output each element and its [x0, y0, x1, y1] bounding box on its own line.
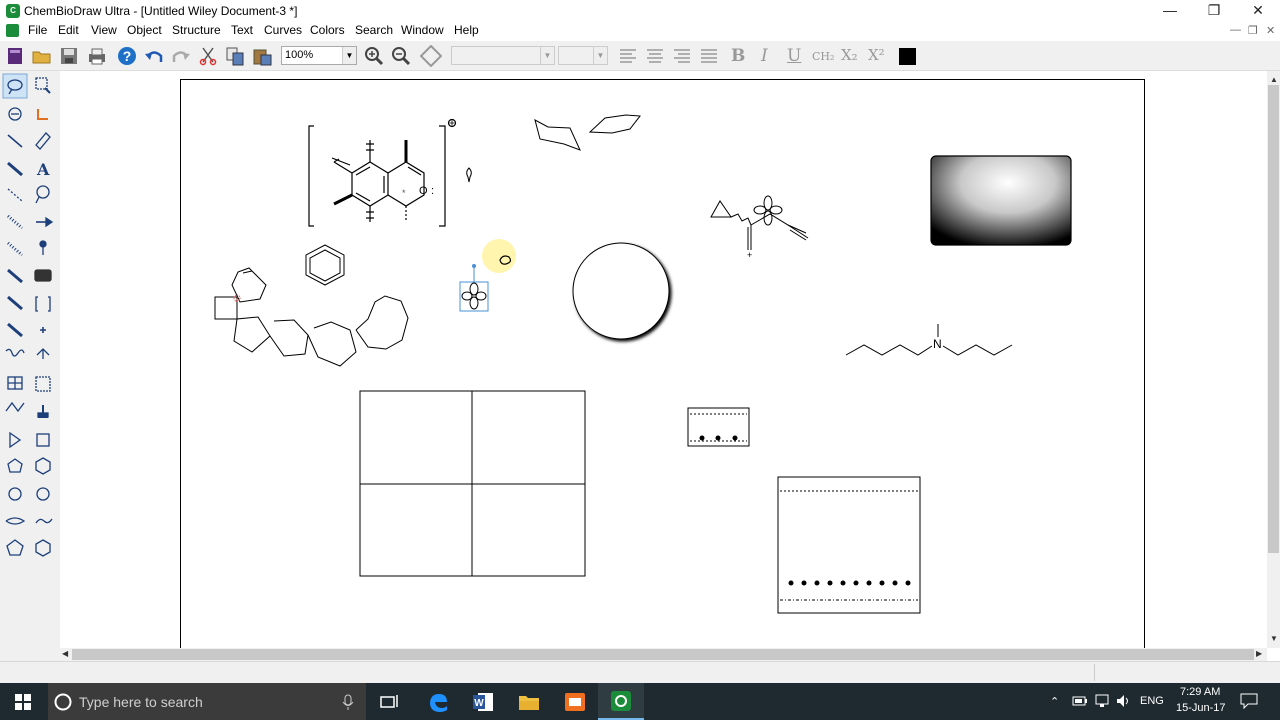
file-explorer-icon[interactable]	[506, 683, 552, 720]
large-dotted-box[interactable]	[777, 476, 921, 614]
cyclohexane-chair-2[interactable]	[588, 114, 641, 134]
edge-icon[interactable]	[415, 683, 461, 720]
shadow-circle[interactable]	[572, 242, 670, 340]
clock-time[interactable]: 7:29 AM	[1180, 686, 1220, 698]
horizontal-scroll-thumb[interactable]	[72, 649, 1254, 660]
task-view-icon[interactable]	[367, 683, 413, 720]
language-indicator[interactable]: ENG	[1140, 695, 1164, 707]
selected-orbital[interactable]	[459, 264, 489, 312]
grid-table[interactable]	[359, 390, 586, 577]
chemdraw-taskbar-icon[interactable]	[598, 683, 644, 720]
cursor-highlight	[482, 239, 516, 273]
alkyne-structure[interactable]	[710, 195, 809, 250]
network-icon[interactable]	[1095, 694, 1111, 711]
radical-star: *	[402, 188, 406, 198]
orbital-lobe[interactable]	[466, 167, 472, 183]
chevron-up-icon[interactable]: ⌃	[1050, 695, 1059, 708]
status-divider	[1094, 664, 1095, 681]
svg-text:W: W	[474, 698, 484, 709]
volume-icon[interactable]	[1116, 694, 1132, 711]
benzene-ring[interactable]	[305, 244, 345, 286]
vertical-scroll-thumb[interactable]	[1268, 85, 1279, 553]
status-bar	[0, 661, 1280, 683]
clock-date[interactable]: 15-Jun-17	[1176, 702, 1226, 714]
taskbar: Type here to search W ⌃ ENG 7:29 AM 15-J…	[0, 683, 1280, 720]
colon-label: :	[431, 185, 434, 197]
drawing-canvas[interactable]: O : * + N	[0, 0, 1267, 648]
microphone-icon[interactable]	[342, 694, 354, 713]
oxygen-label: O	[419, 185, 428, 197]
mdi-close-icon[interactable]: ✕	[1266, 24, 1275, 37]
scroll-right-icon[interactable]: ▶	[1256, 649, 1262, 658]
small-dotted-box[interactable]	[687, 407, 750, 447]
action-center-icon[interactable]	[1240, 693, 1258, 712]
cortana-icon[interactable]	[54, 693, 72, 714]
scroll-left-icon[interactable]: ◀	[62, 649, 68, 658]
nitrogen-label: N	[933, 337, 942, 351]
search-placeholder: Type here to search	[79, 694, 203, 710]
scroll-down-icon[interactable]: ▼	[1270, 634, 1278, 643]
windows-start-icon[interactable]	[0, 683, 46, 720]
vertical-scrollbar[interactable]: ▲ ▼	[1267, 71, 1280, 648]
scroll-up-icon[interactable]: ▲	[1270, 75, 1278, 84]
plus-label: +	[747, 250, 752, 260]
power-icon[interactable]	[1072, 695, 1088, 710]
ring-chain[interactable]	[214, 267, 409, 367]
word-icon[interactable]: W	[460, 683, 506, 720]
cyclohexane-chair-1[interactable]	[534, 119, 581, 151]
bracketed-molecule[interactable]	[308, 118, 457, 227]
horizontal-scrollbar[interactable]: ◀ ▶	[60, 648, 1267, 661]
amine-chain[interactable]	[845, 324, 1013, 356]
video-app-icon[interactable]	[552, 683, 598, 720]
gradient-rectangle[interactable]	[930, 155, 1072, 246]
